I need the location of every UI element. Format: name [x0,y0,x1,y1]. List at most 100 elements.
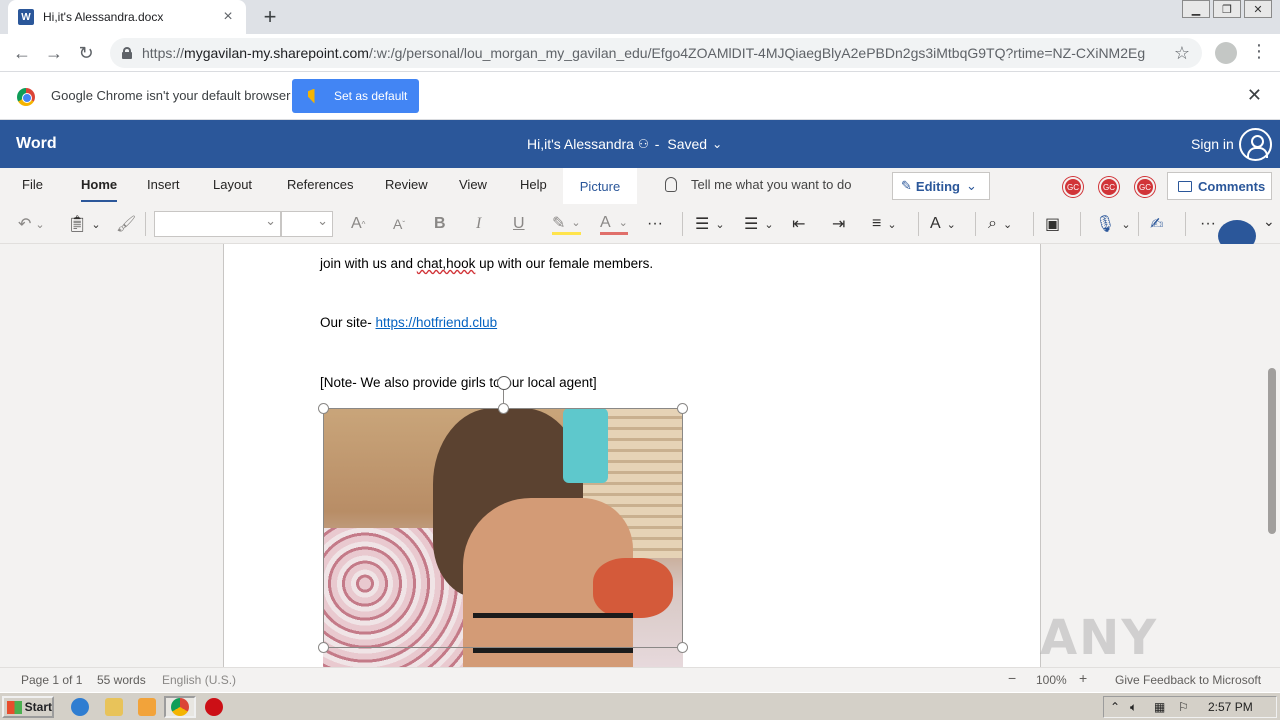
editing-mode-button[interactable]: ✎ Editing ⌄ [892,172,990,200]
close-window-icon[interactable]: ✕ [1244,0,1272,18]
language-status[interactable]: English (U.S.) [162,673,236,687]
document-page[interactable]: join with us and chat,hook up with our f… [223,244,1041,667]
feedback-link[interactable]: Give Feedback to Microsoft [1115,673,1261,687]
set-default-button[interactable]: Set as default [292,79,419,113]
profile-icon[interactable] [1215,42,1237,64]
site-link[interactable]: https://hotfriend.club [376,315,498,330]
italic-icon[interactable]: I [476,213,481,235]
scroll-thumb[interactable] [1268,368,1276,534]
tab-picture[interactable]: Picture [563,168,637,204]
chrome-menu-icon[interactable]: ⋮ [1250,41,1268,62]
clock[interactable]: 2:57 PM [1208,700,1253,714]
numbering-icon[interactable]: ☰ ⌄ [744,213,774,235]
more-font-options-icon[interactable]: ··· [647,213,663,235]
start-label: Start [24,700,52,714]
default-browser-infobar: Google Chrome isn't your default browser… [0,72,1280,120]
tab-view[interactable]: View [459,177,487,192]
format-painter-icon[interactable]: 🖌︎ [116,213,136,235]
paste-icon[interactable]: 📋︎ ⌄ [67,213,101,235]
coauthor-avatar[interactable]: GC [1063,177,1083,197]
forward-icon[interactable]: → [42,41,66,65]
back-icon[interactable]: ← [10,41,34,65]
tab-close-icon[interactable]: × [220,8,236,26]
account-avatar-icon[interactable] [1239,128,1272,161]
font-name-box[interactable] [154,211,281,237]
rotate-handle-icon[interactable] [497,376,511,390]
ribbon-tabs: File Home Insert Layout References Revie… [0,168,1280,204]
resize-handle[interactable] [318,403,329,414]
underline-icon[interactable]: U [513,213,525,235]
minimize-icon[interactable]: ▁ [1182,0,1210,18]
tray-expand-icon[interactable]: ⌃ [1110,700,1120,714]
zoom-level[interactable]: 100% [1036,673,1067,687]
resize-handle[interactable] [498,403,509,414]
app-name[interactable]: Word [16,135,57,153]
paragraph-site: Our site- https://hotfriend.club [320,315,498,330]
word-count[interactable]: 55 words [97,673,146,687]
coauthor-avatar[interactable]: GC [1135,177,1155,197]
tell-me-text: Tell me what you want to do [691,177,852,192]
bookmark-star-icon[interactable]: ☆ [1174,43,1190,64]
reload-icon[interactable]: ↻ [74,41,98,65]
font-size-box[interactable] [281,211,333,237]
tab-review[interactable]: Review [385,177,428,192]
paragraph-join: join with us and chat,hook up with our f… [320,256,654,271]
tell-me-search[interactable]: Tell me what you want to do [665,177,851,192]
tab-home[interactable]: Home [81,177,118,202]
tab-file[interactable]: File [22,177,43,192]
tab-insert[interactable]: Insert [147,177,180,192]
zoom-out-icon[interactable]: − [1008,670,1016,686]
file-explorer-icon[interactable] [105,698,123,716]
internet-explorer-icon[interactable] [71,698,89,716]
address-bar[interactable]: https://mygavilan-my.sharepoint.com/:w:/… [110,38,1202,68]
restore-icon[interactable]: ❐ [1213,0,1241,18]
bold-icon[interactable]: B [434,213,446,235]
coauthor-avatar[interactable]: GC [1099,177,1119,197]
reuse-files-icon[interactable]: ▣ [1045,213,1060,235]
resize-handle[interactable] [677,642,688,653]
undo-icon[interactable]: ↶ ⌄ [18,213,45,235]
align-icon[interactable]: ≡ ⌄ [872,213,897,235]
infobar-close-icon[interactable]: ✕ [1247,85,1262,106]
inserted-picture[interactable] [323,408,683,667]
shrink-font-icon[interactable]: Aˇ [393,213,405,235]
document-title[interactable]: Hi,it's Alessandra ⚇ - Saved ⌄ [527,136,722,152]
divider [145,212,146,236]
windows-flag-icon [7,700,22,714]
url-text: https://mygavilan-my.sharepoint.com/:w:/… [142,45,1146,61]
tab-references[interactable]: References [287,177,353,192]
tab-layout[interactable]: Layout [213,177,252,192]
page-count: Page 1 of 1 [21,673,83,687]
bullets-icon[interactable]: ☰ ⌄ [695,213,725,235]
volume-icon[interactable]: 🔈︎ [1130,700,1137,715]
styles-icon[interactable]: A ⌄ [930,213,956,235]
new-tab-icon[interactable]: + [258,4,282,30]
find-icon[interactable]: ⌕ ⌄ [988,213,1012,235]
highlight-icon[interactable]: ✎ ⌄ [552,213,581,235]
resize-handle[interactable] [677,403,688,414]
more-options-icon[interactable]: ··· [1200,213,1216,235]
start-button[interactable]: Start [2,696,54,718]
editor-icon[interactable]: ✍︎ [1150,213,1163,235]
network-icon[interactable]: ▦ [1154,700,1165,714]
browser-tab[interactable]: W Hi,it's Alessandra.docx × [8,0,246,34]
vertical-scrollbar[interactable] [1265,244,1280,667]
resize-handle[interactable] [318,642,329,653]
font-color-icon[interactable]: A ⌄ [600,213,628,235]
infobar-message: Google Chrome isn't your default browser [51,88,291,103]
comments-button[interactable]: Comments [1167,172,1272,200]
word-favicon-icon: W [18,9,34,25]
chevron-down-icon: ⌄ [712,137,723,151]
tab-help[interactable]: Help [520,177,547,192]
grow-font-icon[interactable]: A ^ [351,213,365,235]
sign-in-link[interactable]: Sign in [1191,136,1234,152]
ribbon-collapse-icon[interactable]: ⌄ [1263,213,1275,230]
decrease-indent-icon[interactable]: ⇤ [792,213,805,235]
zoom-in-icon[interactable]: + [1079,670,1087,686]
media-player-icon[interactable] [138,698,156,716]
opera-icon[interactable] [205,698,223,716]
dictate-icon[interactable]: 🎙︎ ⌄ [1095,213,1131,235]
action-center-flag-icon[interactable]: ⚐ [1178,700,1189,714]
increase-indent-icon[interactable]: ⇥ [832,213,845,235]
shared-people-icon: ⚇ [637,137,649,151]
